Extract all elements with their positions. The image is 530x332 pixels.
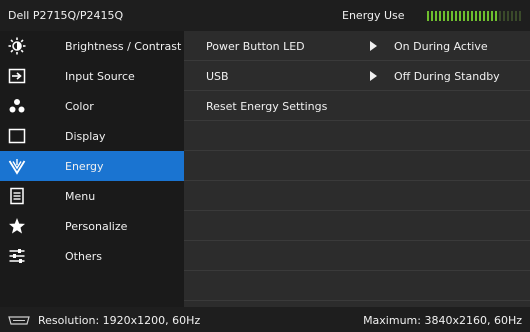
osd-menu: Brightness / Contrast Input Source Color… <box>0 31 184 307</box>
menu-item-color[interactable]: Color <box>0 91 184 121</box>
menu-item-label: Display <box>65 129 106 143</box>
menu-item-label: Personalize <box>65 219 128 233</box>
menu-item-others[interactable]: Others <box>0 241 184 271</box>
energy-meter-segment <box>475 11 477 21</box>
energy-meter-segment <box>431 11 433 21</box>
empty-row <box>184 241 530 271</box>
menu-item-energy[interactable]: Energy <box>0 151 184 181</box>
energy-use-meter <box>427 11 521 21</box>
energy-meter-segment <box>447 11 449 21</box>
energy-meter-segment <box>467 11 469 21</box>
setting-power-button-led[interactable]: Power Button LED On During Active <box>184 31 530 61</box>
energy-meter-segment <box>455 11 457 21</box>
energy-meter-segment <box>435 11 437 21</box>
energy-meter-segment <box>515 11 517 21</box>
energy-meter-segment <box>479 11 481 21</box>
energy-meter-segment <box>499 11 501 21</box>
arrow-right-icon <box>370 41 377 51</box>
menu-item-label: Brightness / Contrast <box>65 39 182 53</box>
energy-settings-panel: Power Button LED On During Active USB Of… <box>184 31 530 307</box>
energy-meter-segment <box>507 11 509 21</box>
energy-meter-segment <box>443 11 445 21</box>
menu-icon <box>8 187 26 205</box>
energy-use-label: Energy Use <box>342 9 405 22</box>
setting-value: Off During Standby <box>394 70 500 83</box>
setting-value: On During Active <box>394 40 488 53</box>
setting-label: USB <box>206 70 229 83</box>
energy-meter-segment <box>459 11 461 21</box>
empty-row <box>184 121 530 151</box>
empty-row <box>184 271 530 301</box>
energy-meter-segment <box>519 11 521 21</box>
current-resolution: Resolution: 1920x1200, 60Hz <box>38 314 201 327</box>
star-icon <box>8 217 26 235</box>
empty-row <box>184 211 530 241</box>
empty-row <box>184 151 530 181</box>
energy-meter-segment <box>439 11 441 21</box>
menu-item-label: Menu <box>65 189 96 203</box>
energy-meter-segment <box>511 11 513 21</box>
arrow-right-icon <box>370 71 377 81</box>
others-icon <box>8 247 26 265</box>
menu-item-display[interactable]: Display <box>0 121 184 151</box>
energy-meter-segment <box>451 11 453 21</box>
energy-meter-segment <box>487 11 489 21</box>
setting-usb[interactable]: USB Off During Standby <box>184 61 530 91</box>
energy-meter-segment <box>427 11 429 21</box>
energy-meter-segment <box>495 11 497 21</box>
empty-row <box>184 181 530 211</box>
energy-meter-segment <box>471 11 473 21</box>
menu-item-label: Others <box>65 249 102 263</box>
setting-reset-energy[interactable]: Reset Energy Settings <box>184 91 530 121</box>
energy-meter-segment <box>491 11 493 21</box>
menu-item-personalize[interactable]: Personalize <box>0 211 184 241</box>
osd-footer: Resolution: 1920x1200, 60Hz Maximum: 384… <box>0 307 530 332</box>
setting-label: Power Button LED <box>206 40 305 53</box>
maximum-resolution: Maximum: 3840x2160, 60Hz <box>363 314 522 327</box>
display-icon <box>8 127 26 145</box>
menu-item-label: Color <box>65 99 94 113</box>
energy-icon <box>8 157 26 175</box>
menu-item-menu[interactable]: Menu <box>0 181 184 211</box>
energy-meter-segment <box>463 11 465 21</box>
input-source-icon <box>8 67 26 85</box>
model-name: Dell P2715Q/P2415Q <box>8 9 124 22</box>
setting-label: Reset Energy Settings <box>206 100 328 113</box>
connector-icon <box>8 315 30 325</box>
menu-item-brightness-contrast[interactable]: Brightness / Contrast <box>0 31 184 61</box>
color-icon <box>8 97 26 115</box>
menu-item-label: Energy <box>65 159 104 173</box>
energy-meter-segment <box>503 11 505 21</box>
menu-item-input-source[interactable]: Input Source <box>0 61 184 91</box>
brightness-icon <box>8 37 26 55</box>
energy-meter-segment <box>483 11 485 21</box>
monitor-osd: Dell P2715Q/P2415Q Energy Use Brightness… <box>0 0 530 332</box>
menu-item-label: Input Source <box>65 69 135 83</box>
osd-header: Dell P2715Q/P2415Q Energy Use <box>0 0 530 31</box>
